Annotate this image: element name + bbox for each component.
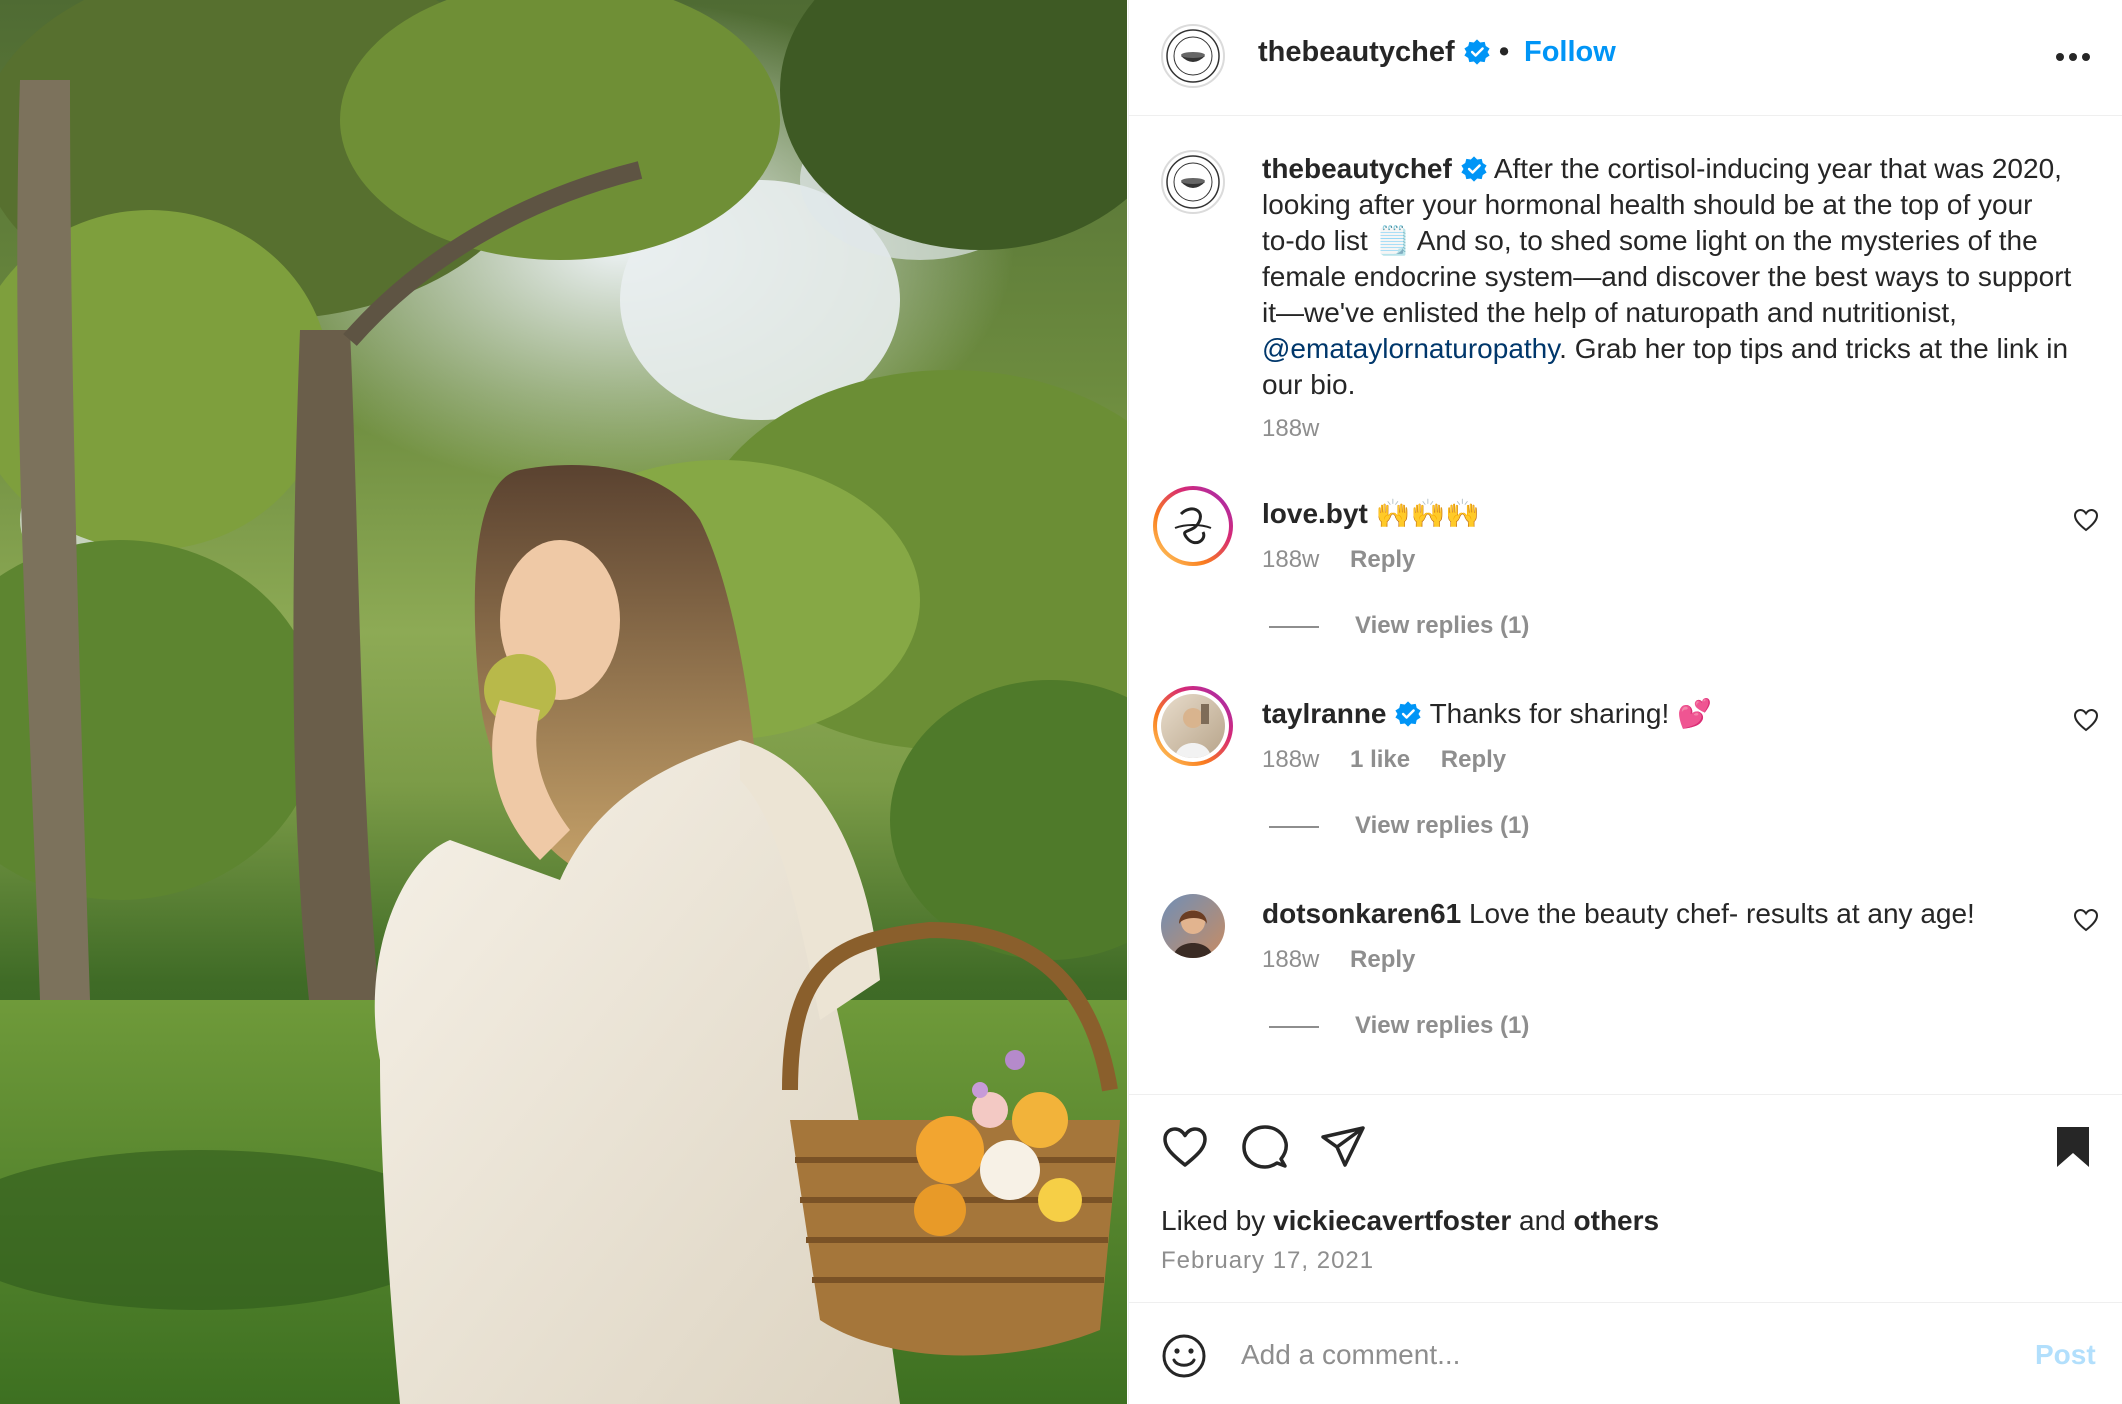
view-replies-button[interactable]: View replies (1) <box>1269 1012 1529 1040</box>
beautychef-logo-icon <box>1166 29 1220 83</box>
taylranne-photo-icon <box>1175 704 1211 758</box>
comment-body: Love the beauty chef- results at any age… <box>1468 898 1975 929</box>
view-replies-label[interactable]: View replies (1) <box>1355 812 1529 839</box>
view-replies-line <box>1269 1025 1319 1028</box>
photo-illustration <box>0 0 1127 1404</box>
reply-button[interactable]: Reply <box>1350 946 1415 973</box>
liked-by-user[interactable]: vickiecavertfoster <box>1273 1205 1511 1236</box>
verified-badge-icon <box>1461 156 1487 182</box>
emoji-smiley-icon[interactable] <box>1161 1333 1207 1379</box>
comment-bubble-icon[interactable] <box>1241 1123 1289 1171</box>
comment-like-heart-icon[interactable] <box>2073 508 2099 532</box>
post-actions: Liked by vickiecavertfoster and others F… <box>1129 1094 2122 1300</box>
caption-timestamp[interactable]: 188w <box>1262 415 1319 443</box>
comment-item: dotsonkaren61 Love the beauty chef- resu… <box>1129 894 2122 1096</box>
view-replies-button[interactable]: View replies (1) <box>1269 812 1529 840</box>
comment-like-heart-icon[interactable] <box>2073 908 2099 932</box>
comment-item: love.byt 🙌🙌🙌 188w Reply View replies (1) <box>1129 486 2122 696</box>
comment-text: dotsonkaren61 Love the beauty chef- resu… <box>1262 896 2022 932</box>
post-comment-button[interactable]: Post <box>2035 1339 2096 1371</box>
more-options-icon[interactable] <box>2055 52 2091 62</box>
view-replies-line <box>1269 625 1319 628</box>
comment-username[interactable]: taylranne <box>1262 698 1387 729</box>
comment-timestamp[interactable]: 188w <box>1262 546 1319 573</box>
comment-body: Thanks for sharing! 💕 <box>1429 698 1712 729</box>
caption-username[interactable]: thebeautychef <box>1262 153 1452 184</box>
comment-username[interactable]: dotsonkaren61 <box>1262 898 1461 929</box>
add-comment-bar: Post <box>1129 1302 2122 1404</box>
liked-by-prefix: Liked by <box>1161 1205 1266 1236</box>
share-send-icon[interactable] <box>1319 1123 1367 1171</box>
beautychef-logo-icon <box>1166 155 1220 209</box>
liked-by-others[interactable]: others <box>1574 1205 1660 1236</box>
comment-item: taylranne Thanks for sharing! 💕 188w 1 l… <box>1129 686 2122 896</box>
view-replies-label[interactable]: View replies (1) <box>1355 612 1529 639</box>
like-heart-icon[interactable] <box>1161 1123 1209 1171</box>
liked-by-and: and <box>1519 1205 1566 1236</box>
comment-likes-count[interactable]: 1 like <box>1350 746 1410 773</box>
post-side-panel: thebeautychef • Follow thebeautychef Aft… <box>1128 0 2122 1404</box>
comment-meta: 188w Reply <box>1262 946 1439 974</box>
caption-author-avatar[interactable] <box>1161 150 1225 214</box>
comment-meta: 188w Reply <box>1262 546 1439 574</box>
comment-username[interactable]: love.byt <box>1262 498 1368 529</box>
comment-timestamp[interactable]: 188w <box>1262 746 1319 773</box>
commenter-avatar[interactable] <box>1153 686 1233 766</box>
post-photo[interactable] <box>0 0 1127 1404</box>
commenter-avatar[interactable] <box>1153 486 1233 566</box>
caption-mention-link[interactable]: @emataylornaturopathy <box>1262 333 1559 364</box>
comment-text: love.byt 🙌🙌🙌 <box>1262 496 2022 532</box>
comment-body: 🙌🙌🙌 <box>1375 498 1481 529</box>
love-byt-monogram-icon <box>1174 507 1212 545</box>
save-bookmark-icon[interactable] <box>2049 1123 2097 1171</box>
comment-text: taylranne Thanks for sharing! 💕 <box>1262 696 2022 732</box>
comment-like-heart-icon[interactable] <box>2073 708 2099 732</box>
post-date[interactable]: February 17, 2021 <box>1161 1247 1374 1275</box>
author-username[interactable]: thebeautychef <box>1258 36 1491 69</box>
author-username-text[interactable]: thebeautychef <box>1258 36 1455 68</box>
liked-by-text: Liked by vickiecavertfoster and others <box>1161 1205 1659 1237</box>
dotsonkaren-photo-icon <box>1173 910 1213 958</box>
comment-timestamp[interactable]: 188w <box>1262 946 1319 973</box>
follow-button[interactable]: Follow <box>1524 36 1616 69</box>
post-header: thebeautychef • Follow <box>1129 0 2122 116</box>
view-replies-line <box>1269 825 1319 828</box>
view-replies-label[interactable]: View replies (1) <box>1355 1012 1529 1039</box>
add-comment-input[interactable] <box>1241 1331 1981 1379</box>
caption-text: thebeautychef After the cortisol-inducin… <box>1262 151 2072 403</box>
verified-badge-icon <box>1464 39 1490 65</box>
reply-button[interactable]: Reply <box>1350 546 1415 573</box>
header-separator: • <box>1499 36 1510 68</box>
comment-meta: 188w 1 like Reply <box>1262 746 1530 774</box>
reply-button[interactable]: Reply <box>1441 746 1506 773</box>
author-avatar[interactable] <box>1161 24 1225 88</box>
commenter-avatar[interactable] <box>1161 894 1225 958</box>
view-replies-button[interactable]: View replies (1) <box>1269 612 1529 640</box>
verified-badge-icon <box>1395 701 1421 727</box>
